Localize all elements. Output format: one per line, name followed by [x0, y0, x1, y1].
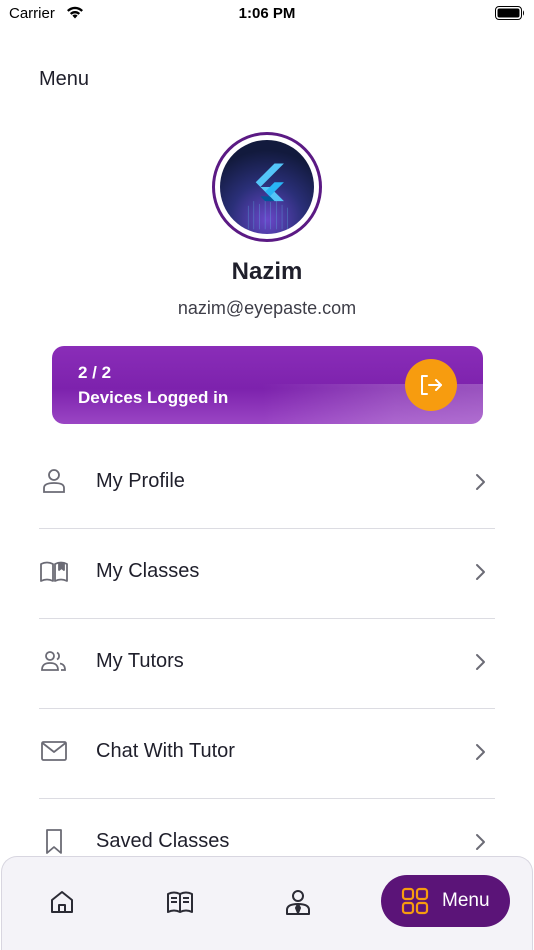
tutor-icon [286, 890, 310, 915]
menu-item-my-tutors[interactable]: My Tutors [39, 619, 495, 709]
nav-classes-button[interactable] [155, 877, 205, 927]
menu-item-my-profile[interactable]: My Profile [39, 439, 495, 529]
battery-icon [495, 6, 524, 20]
devices-card: 2 / 2 Devices Logged in [52, 346, 483, 424]
users-icon [41, 651, 66, 671]
mail-icon [41, 741, 67, 761]
bookmark-icon [46, 829, 62, 854]
logout-button[interactable] [405, 359, 457, 411]
page-title: Menu [39, 68, 90, 90]
chevron-right-icon [476, 744, 485, 760]
user-email: nazim@eyepaste.com [177, 298, 357, 318]
bottom-nav: Menu [1, 856, 533, 950]
chevron-right-icon [476, 654, 485, 670]
menu-item-chat-with-tutor[interactable]: Chat With Tutor [39, 709, 495, 799]
book-open-icon [40, 561, 68, 582]
avatar [212, 132, 322, 242]
menu-item-label: My Tutors [96, 650, 184, 672]
grid-icon [401, 887, 429, 915]
devices-count: 2 / 2 [78, 363, 112, 382]
menu-item-label: Saved Classes [96, 830, 230, 852]
user-name: Nazim [231, 258, 303, 285]
nav-menu-label: Menu [442, 890, 490, 911]
nav-profile-button[interactable] [273, 877, 323, 927]
devices-label: Devices Logged in [78, 388, 229, 407]
nav-menu-button[interactable]: Menu [381, 875, 510, 927]
status-bar: Carrier 1:06 PM [0, 0, 534, 28]
home-icon [51, 891, 73, 913]
chevron-right-icon [476, 564, 485, 580]
nav-home-button[interactable] [37, 877, 87, 927]
book-icon [167, 891, 193, 913]
chevron-right-icon [476, 834, 485, 850]
user-icon [43, 469, 65, 493]
menu-item-label: My Profile [96, 470, 185, 492]
logout-icon [421, 375, 442, 395]
menu-item-label: Chat With Tutor [96, 740, 235, 762]
status-time: 1:06 PM [238, 5, 296, 22]
chevron-right-icon [476, 474, 485, 490]
flutter-logo-icon [247, 163, 288, 230]
menu-item-label: My Classes [96, 560, 200, 582]
menu-item-my-classes[interactable]: My Classes [39, 529, 495, 619]
